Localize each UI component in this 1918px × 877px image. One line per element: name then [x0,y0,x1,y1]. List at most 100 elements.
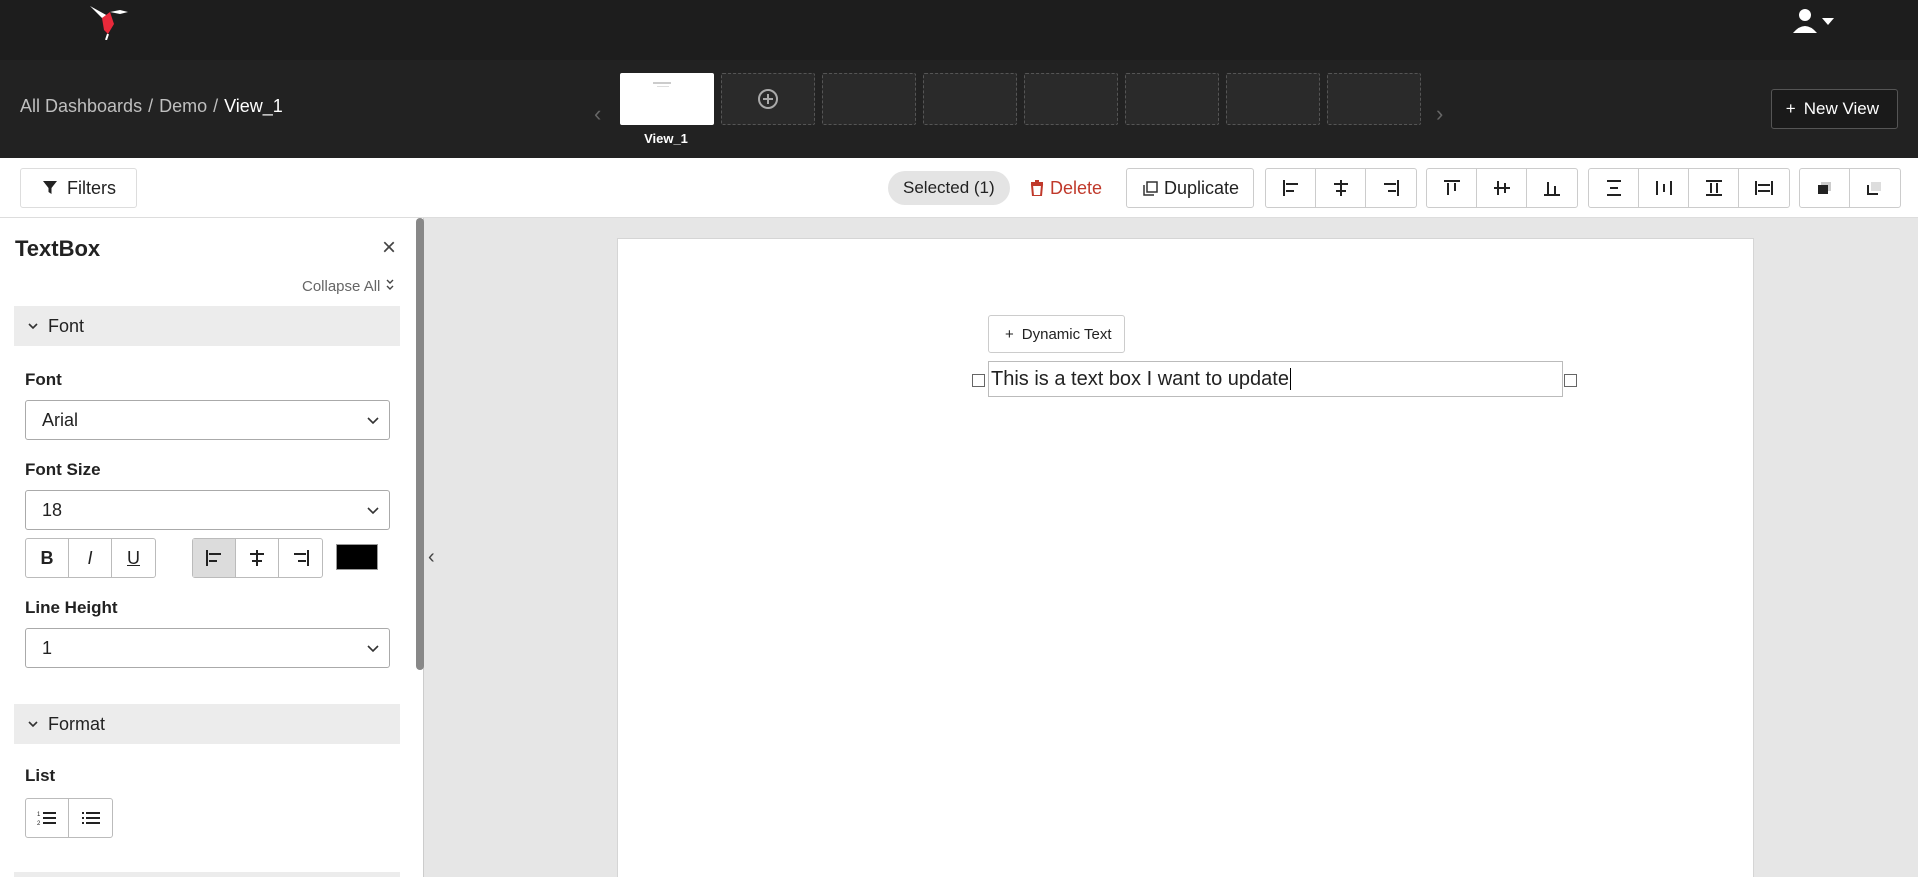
next-section-header[interactable] [14,872,400,877]
new-view-button[interactable]: + New View [1770,89,1898,129]
horizontal-align-group [1265,168,1417,208]
font-select[interactable]: Arial [25,400,390,440]
chevron-down-icon [28,323,38,330]
svg-text:2: 2 [37,821,41,826]
dynamic-text-button[interactable]: + Dynamic Text [988,315,1125,353]
new-view-label: New View [1803,99,1879,118]
toolbar: Filters Selected (1) Delete Duplicate [0,158,1918,218]
filters-button[interactable]: Filters [20,168,137,208]
bring-to-front-button[interactable] [1800,169,1850,207]
format-section-header[interactable]: Format [14,704,400,744]
empty-view-slot[interactable] [1024,73,1118,125]
collapse-all-button[interactable]: Collapse All [302,278,395,295]
align-top-button[interactable] [1427,169,1477,207]
bring-to-front-icon [1817,182,1831,194]
align-left-icon [1282,180,1298,196]
trash-icon [1030,180,1044,196]
user-menu[interactable] [1792,8,1838,34]
view-bar: All Dashboards / Demo / View_1 ‹ View_1 › + … [0,60,1918,158]
font-select-value: Arial [42,409,79,430]
layer-order-group [1799,168,1901,208]
empty-view-slot[interactable] [822,73,916,125]
view-thumbnail-active[interactable] [620,73,714,125]
align-right-icon [293,550,309,566]
align-right-button[interactable] [1366,169,1416,207]
italic-button[interactable]: I [69,539,112,577]
text-align-left-button[interactable] [193,539,236,577]
equal-height-button[interactable] [1689,169,1739,207]
distribute-horizontal-button[interactable] [1639,169,1689,207]
close-icon[interactable]: × [382,236,396,260]
line-height-label: Line Height [25,598,118,617]
bullet-list-icon [81,812,100,824]
duplicate-button[interactable]: Duplicate [1126,168,1255,208]
svg-text:1: 1 [37,812,41,818]
filters-label: Filters [67,177,116,198]
align-bottom-button[interactable] [1527,169,1577,207]
align-middle-icon [1493,181,1510,195]
collapse-panel-chevron-icon[interactable]: ‹ [428,546,435,569]
text-align-right-button[interactable] [279,539,322,577]
align-left-button[interactable] [1266,169,1316,207]
dashboard-canvas[interactable] [617,238,1754,877]
delete-button[interactable]: Delete [1030,171,1102,205]
textbox-editor[interactable]: This is a text box I want to update [988,361,1563,397]
empty-view-slot[interactable] [1226,73,1320,125]
align-center-icon [250,550,264,566]
list-style-group: 12 [25,798,113,838]
equal-height-icon [1705,180,1722,196]
breadcrumb-current-view: View_1 [224,96,283,116]
panel-title: TextBox [15,236,101,261]
font-size-select-value: 18 [42,499,63,520]
list-label: List [25,766,56,785]
empty-view-slot[interactable] [1327,73,1421,125]
empty-view-slot[interactable] [923,73,1017,125]
align-left-icon [206,550,221,566]
empty-view-slot[interactable] [1125,73,1219,125]
font-size-select[interactable]: 18 [25,490,390,530]
distribute-vertical-icon [1606,180,1621,196]
font-section-header[interactable]: Font [14,306,400,346]
text-align-center-button[interactable] [236,539,279,577]
send-to-back-button[interactable] [1850,169,1900,207]
distribute-vertical-button[interactable] [1589,169,1639,207]
bold-button[interactable]: B [26,539,69,577]
add-view-thumbnail[interactable] [721,73,815,125]
align-center-icon [1333,180,1348,196]
chevron-down-icon [367,417,379,425]
bullet-list-button[interactable] [69,799,112,837]
delete-label: Delete [1050,177,1103,198]
hummingbird-logo-icon[interactable] [88,4,132,40]
equal-width-button[interactable] [1739,169,1789,207]
chevron-left-icon[interactable]: ‹ [594,101,601,127]
thumbnail-preview-icon [653,82,671,87]
resize-handle-right[interactable] [1564,374,1577,387]
underline-button[interactable]: U [112,539,155,577]
text-caret [1289,368,1291,390]
text-color-swatch[interactable] [336,544,378,570]
line-height-select-value: 1 [42,637,53,658]
selected-count-badge: Selected (1) [888,171,1010,205]
breadcrumb-separator: / [148,96,154,116]
align-middle-button[interactable] [1477,169,1527,207]
ordered-list-button[interactable]: 12 [26,799,69,837]
panel-scrollbar[interactable] [416,218,424,670]
collapse-chevrons-icon [386,279,394,290]
chevron-right-icon[interactable]: › [1436,101,1443,127]
breadcrumb-dashboard[interactable]: Demo [159,96,207,116]
breadcrumb-all-dashboards[interactable]: All Dashboards [20,96,142,116]
distribute-horizontal-icon [1655,181,1672,195]
top-bar [0,0,1918,60]
line-height-select[interactable]: 1 [25,628,390,668]
textbox-text: This is a text box I want to update [991,367,1289,390]
view-thumbnail-label: View_1 [644,131,688,146]
copy-icon [1143,180,1158,196]
user-icon [1793,9,1834,33]
text-style-group: B I U [25,538,156,578]
align-center-button[interactable] [1316,169,1366,207]
align-top-icon [1443,180,1460,195]
add-circle-icon [758,89,778,109]
resize-handle-left[interactable] [972,374,985,387]
equal-width-icon [1755,181,1773,195]
filter-icon [43,181,57,194]
